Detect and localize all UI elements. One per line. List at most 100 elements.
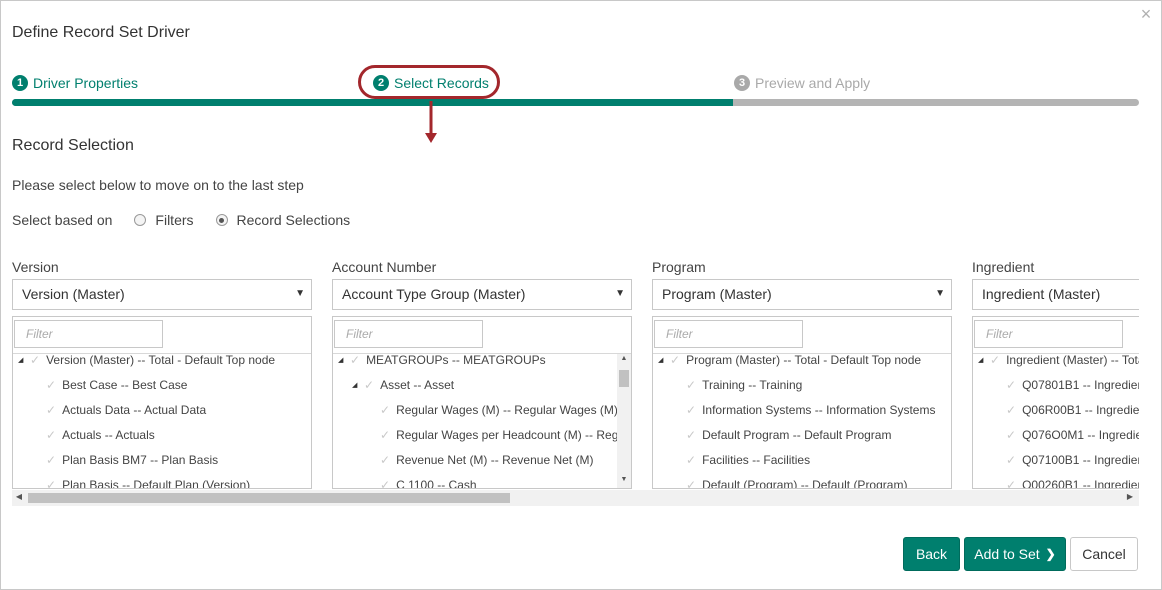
tree-item[interactable]: ✓ Training -- Training [686, 376, 802, 394]
check-icon[interactable]: ✓ [46, 378, 56, 392]
tree-item[interactable]: ✓ Facilities -- Facilities [686, 451, 810, 469]
tree-item[interactable]: ✓ Regular Wages (M) -- Regular Wages (M) [380, 401, 618, 419]
tree-item-label: Version (Master) -- Total - Default Top … [46, 353, 276, 367]
check-icon[interactable]: ✓ [364, 378, 374, 392]
panel-account-number: Account Number Account Type Group (Master… [332, 256, 632, 491]
step-label: Driver Properties [33, 75, 139, 91]
step-select-records[interactable]: 2 Select Records [373, 75, 489, 91]
tree-item[interactable]: ✓ Q00260B1 -- Ingredient [1006, 476, 1139, 489]
tree-item[interactable]: ✓ Q06R00B1 -- Ingredient [1006, 401, 1139, 419]
tree-item[interactable]: ✓ Revenue Net (M) -- Revenue Net (M) [380, 451, 593, 469]
check-icon[interactable]: ✓ [686, 378, 696, 392]
check-icon[interactable]: ✓ [1006, 378, 1016, 392]
check-icon[interactable]: ✓ [46, 478, 56, 488]
check-icon[interactable]: ✓ [380, 453, 390, 467]
tree-item[interactable]: ✓ Q076O0M1 -- Ingredient [1006, 426, 1139, 444]
tree-item-label: Q00260B1 -- Ingredient [1022, 478, 1139, 489]
hierarchy-dropdown[interactable]: Version (Master) ▼ [12, 279, 312, 310]
expand-toggle-icon[interactable]: ◢ [352, 381, 364, 389]
step-number: 2 [373, 75, 389, 91]
back-button-label: Back [915, 546, 948, 562]
check-icon[interactable]: ✓ [990, 353, 1000, 367]
tree-item[interactable]: ✓ C 1100 -- Cash [380, 476, 477, 488]
step-driver-properties[interactable]: 1 Driver Properties [12, 75, 138, 91]
step-preview-and-apply[interactable]: 3 Preview and Apply [734, 75, 870, 91]
tree-item[interactable]: ◢ ✓ Version (Master) -- Total - Default To… [18, 351, 275, 369]
expand-toggle-icon[interactable]: ◢ [18, 356, 30, 364]
radio-button[interactable] [215, 214, 228, 226]
cancel-button-label: Cancel [1082, 546, 1126, 562]
tree-item[interactable]: ✓ Q07801B1 -- Ingredient [1006, 376, 1139, 394]
check-icon[interactable]: ✓ [686, 478, 696, 488]
horizontal-scroll-thumb[interactable] [28, 493, 510, 503]
check-icon[interactable]: ✓ [46, 428, 56, 442]
tree-item[interactable]: ✓ Default (Program) -- Default (Program) [686, 476, 908, 489]
check-icon[interactable]: ✓ [1006, 403, 1016, 417]
radio-button[interactable] [134, 214, 147, 226]
radio-filters[interactable]: Filters [134, 212, 194, 228]
tree-item[interactable]: ✓ Actuals Data -- Actual Data [46, 401, 206, 419]
expand-toggle-icon[interactable]: ◢ [978, 356, 990, 364]
tree-item[interactable]: ✓ Information Systems -- Information Syst… [686, 401, 935, 419]
back-button[interactable]: Back [903, 537, 960, 571]
check-icon[interactable]: ✓ [686, 403, 696, 417]
check-icon[interactable]: ✓ [1006, 478, 1016, 488]
radio-record-selections[interactable]: Record Selections [215, 212, 350, 228]
scroll-right-icon[interactable]: ▶ [1124, 492, 1136, 501]
dropdown-value: Account Type Group (Master) [342, 286, 526, 302]
step-label: Select Records [394, 75, 489, 91]
check-icon[interactable]: ✓ [30, 353, 40, 367]
check-icon[interactable]: ✓ [46, 453, 56, 467]
filter-input[interactable] [14, 320, 163, 348]
scroll-down-icon[interactable]: ▼ [617, 476, 631, 488]
record-list: ◢✓Ingredient (Master) -- Total - Default… [972, 316, 1139, 489]
scroll-left-icon[interactable]: ◀ [13, 492, 25, 501]
tree-item-label: Plan Basis BM7 -- Plan Basis [62, 453, 219, 467]
filter-input[interactable] [654, 320, 803, 348]
expand-toggle-icon[interactable]: ◢ [658, 356, 670, 364]
tree-item[interactable]: ✓ Plan Basis BM7 -- Plan Basis [46, 451, 218, 469]
tree-item-label: Facilities -- Facilities [702, 453, 811, 467]
tree-item-label: Best Case -- Best Case [62, 378, 188, 392]
tree-item-label: Ingredient (Master) -- Total - Default T… [1006, 353, 1139, 367]
dialog-title: Define Record Set Driver [12, 24, 190, 41]
vertical-scrollbar[interactable]: ▲ ▼ [617, 354, 631, 488]
filter-input[interactable] [974, 320, 1123, 348]
filter-input[interactable] [334, 320, 483, 348]
tree-item[interactable]: ◢ ✓ Program (Master) -- Total - Default To… [658, 351, 921, 369]
check-icon[interactable]: ✓ [1006, 453, 1016, 467]
tree-item[interactable]: ✓ Default Program -- Default Program [686, 426, 891, 444]
tree-item[interactable]: ◢✓ Ingredient (Master) -- Total - Default… [978, 351, 1139, 369]
check-icon[interactable]: ✓ [686, 428, 696, 442]
scroll-up-icon[interactable]: ▲ [617, 355, 631, 367]
tree-item[interactable]: ◢ ✓ MEATGROUPs -- MEATGROUPs [338, 351, 546, 369]
check-icon[interactable]: ✓ [380, 403, 390, 417]
hierarchy-dropdown[interactable]: Program (Master) ▼ [652, 279, 952, 310]
check-icon[interactable]: ✓ [380, 428, 390, 442]
section-title: Record Selection [12, 137, 134, 154]
hierarchy-dropdown[interactable]: Account Type Group (Master) ▼ [332, 279, 632, 310]
tree-item[interactable]: ✓ Regular Wages per Headcount (M) -- Regu… [380, 426, 631, 444]
horizontal-scrollbar[interactable]: ◀ ▶ [12, 490, 1139, 506]
tree-item[interactable]: ✓ Actuals -- Actuals [46, 426, 155, 444]
hierarchy-dropdown[interactable]: Ingredient (Master)▼ [972, 279, 1139, 310]
tree-item[interactable]: ◢ ✓ Asset -- Asset [352, 376, 454, 394]
check-icon[interactable]: ✓ [46, 403, 56, 417]
tree-item-label: Default (Program) -- Default (Program) [702, 478, 908, 489]
check-icon[interactable]: ✓ [1006, 428, 1016, 442]
check-icon[interactable]: ✓ [380, 478, 390, 488]
vertical-scroll-thumb[interactable] [619, 370, 629, 387]
add-to-set-label: Add to Set [974, 546, 1040, 562]
expand-toggle-icon[interactable]: ◢ [338, 356, 350, 364]
tree-item[interactable]: ✓ Q07100B1 -- Ingredient [1006, 451, 1139, 469]
check-icon[interactable]: ✓ [670, 353, 680, 367]
tree-item[interactable]: ✓ Best Case -- Best Case [46, 376, 187, 394]
panel-program: ProgramProgram (Master)▼◢✓Program (Maste… [652, 256, 952, 491]
add-to-set-button[interactable]: Add to Set ❯ [964, 537, 1066, 571]
check-icon[interactable]: ✓ [686, 453, 696, 467]
check-icon[interactable]: ✓ [350, 353, 360, 367]
cancel-button[interactable]: Cancel [1070, 537, 1138, 571]
tree-item[interactable]: ✓ Plan Basis -- Default Plan (Version) [46, 476, 250, 488]
select-based-on-label: Select based on [12, 212, 113, 228]
close-icon[interactable]: × [1139, 5, 1153, 23]
